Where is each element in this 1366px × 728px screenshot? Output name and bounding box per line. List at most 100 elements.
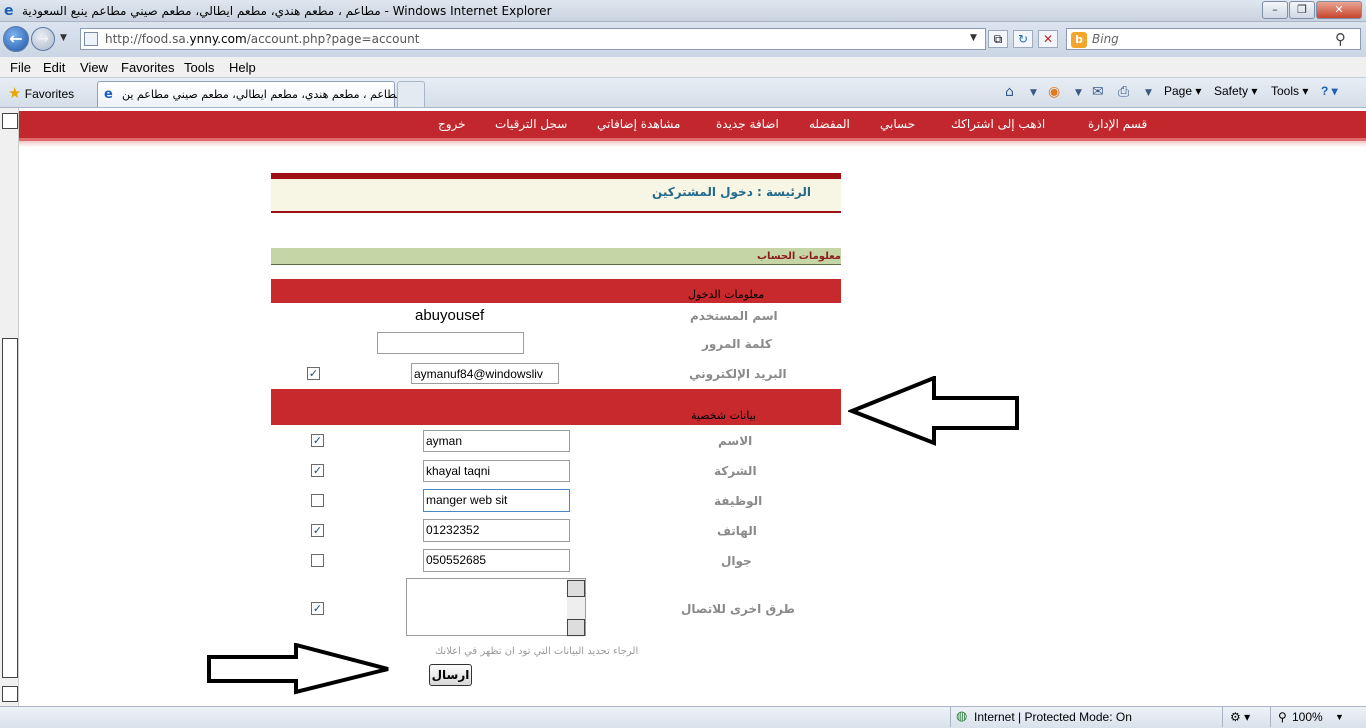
mobile-visible-checkbox[interactable] bbox=[311, 554, 324, 567]
scroll-up-button[interactable] bbox=[2, 113, 18, 129]
other-contact-textarea[interactable] bbox=[406, 578, 586, 637]
address-url: http://food.sa.ynny.com/account.php?page… bbox=[105, 32, 420, 46]
safety-menu[interactable]: Safety ▾ bbox=[1214, 84, 1257, 98]
mobile-field[interactable]: 050552685 bbox=[423, 549, 570, 572]
company-field[interactable]: khayal taqni bbox=[423, 460, 570, 482]
security-zone[interactable]: Internet | Protected Mode: On bbox=[974, 710, 1132, 724]
close-window-button[interactable]: ✕ bbox=[1316, 1, 1362, 19]
restore-button[interactable]: ❐ bbox=[1289, 1, 1315, 19]
window-title-bar: e مطاعم ، مطعم هندي، مطعم ايطالي، مطعم ص… bbox=[0, 0, 1366, 22]
protected-mode-icon[interactable]: ⚙ ▾ bbox=[1230, 710, 1250, 724]
textarea-scroll-up[interactable] bbox=[567, 580, 585, 597]
zoom-icon: ⚲ bbox=[1278, 710, 1287, 724]
page-icon bbox=[84, 32, 98, 46]
personal-section-title: بيانات شخصية bbox=[691, 409, 757, 422]
status-separator-2 bbox=[1222, 707, 1223, 727]
name-label: الاسم bbox=[718, 434, 753, 448]
phone-field[interactable]: 01232352 bbox=[423, 519, 570, 542]
breadcrumb-area: الرئيسة : دخول المشتركين bbox=[271, 173, 841, 213]
status-separator-3 bbox=[1270, 707, 1271, 727]
home-dropdown-icon[interactable]: ▼ bbox=[1030, 88, 1037, 98]
nav-add-new[interactable]: اضافة جديدة bbox=[716, 117, 779, 131]
mail-icon[interactable]: ✉ bbox=[1092, 84, 1104, 100]
stop-icon[interactable]: ✕ bbox=[1038, 30, 1058, 48]
scrollbar[interactable] bbox=[0, 108, 19, 706]
help-menu[interactable]: ? ▾ bbox=[1321, 84, 1338, 98]
site-nav-bar bbox=[19, 111, 1366, 141]
scroll-thumb[interactable] bbox=[2, 338, 18, 678]
bing-icon: b bbox=[1071, 32, 1087, 48]
home-icon[interactable]: ⌂ bbox=[1005, 84, 1014, 100]
mobile-label: جوال bbox=[721, 554, 752, 568]
company-visible-checkbox[interactable]: ✓ bbox=[311, 464, 324, 477]
textarea-scroll-down[interactable] bbox=[567, 619, 585, 636]
page-menu[interactable]: Page ▾ bbox=[1164, 84, 1201, 98]
annotation-arrow-left-icon bbox=[848, 376, 1019, 446]
menu-edit[interactable]: Edit bbox=[43, 60, 65, 75]
feeds-dropdown-icon[interactable]: ▼ bbox=[1075, 88, 1082, 98]
menu-tools[interactable]: Tools bbox=[184, 60, 214, 75]
nav-my-additions[interactable]: مشاهدة إضافاتي bbox=[597, 117, 680, 131]
job-field[interactable]: manger web sit bbox=[423, 489, 570, 512]
nav-shadow bbox=[19, 141, 1366, 147]
menu-file[interactable]: File bbox=[10, 60, 31, 75]
back-button[interactable]: ← bbox=[3, 26, 29, 52]
phone-label: الهاتف bbox=[717, 524, 757, 538]
forward-button[interactable]: → bbox=[31, 27, 55, 51]
recent-pages-dropdown-icon[interactable]: ▼ bbox=[60, 33, 67, 43]
minimize-button[interactable]: – bbox=[1262, 1, 1288, 19]
menu-view[interactable]: View bbox=[80, 60, 108, 75]
account-info-header: معلومات الحساب bbox=[271, 248, 841, 265]
zoom-level[interactable]: 100% bbox=[1292, 710, 1323, 724]
favorites-label: Favorites bbox=[24, 87, 75, 101]
search-icon[interactable]: ⚲ bbox=[1335, 30, 1346, 48]
tab-label: مطاعم ، مطعم هندي، مطعم ايطالي، مطعم صين… bbox=[122, 88, 413, 101]
nav-my-account[interactable]: حسابي bbox=[880, 117, 915, 131]
job-label: الوظيفة bbox=[714, 494, 763, 508]
address-dropdown-icon[interactable]: ▼ bbox=[970, 33, 977, 43]
personal-section-header: بيانات شخصية bbox=[271, 389, 841, 425]
favorites-button[interactable]: ★ Favorites bbox=[8, 84, 74, 102]
email-label: البريد الإلكتروني bbox=[689, 367, 787, 381]
company-label: الشركة bbox=[714, 464, 757, 478]
name-field[interactable]: ayman bbox=[423, 430, 570, 452]
nav-upgrades-log[interactable]: سجل الترقيات bbox=[495, 117, 567, 131]
password-field[interactable] bbox=[377, 332, 524, 354]
zoom-dropdown-icon[interactable]: ▼ bbox=[1335, 712, 1344, 722]
menu-favorites[interactable]: Favorites bbox=[121, 60, 174, 75]
browser-tab[interactable]: e مطاعم ، مطعم هندي، مطعم ايطالي، مطعم ص… bbox=[97, 81, 413, 107]
print-icon[interactable]: ⎙ bbox=[1118, 84, 1129, 100]
search-box[interactable]: b Bing ⚲ bbox=[1066, 28, 1361, 50]
nav-admin[interactable]: قسم الإدارة bbox=[1088, 117, 1147, 131]
new-tab-button[interactable] bbox=[397, 81, 425, 107]
status-separator bbox=[950, 707, 951, 727]
search-placeholder: Bing bbox=[1092, 32, 1119, 46]
address-bar[interactable]: http://food.sa.ynny.com/account.php?page… bbox=[80, 28, 986, 50]
other-contact-label: طرق اخرى للاتصال bbox=[681, 602, 795, 616]
other-visible-checkbox[interactable]: ✓ bbox=[311, 602, 324, 615]
feeds-icon[interactable]: ◉ bbox=[1048, 84, 1060, 100]
nav-subscription[interactable]: اذهب إلى اشتراكك bbox=[951, 117, 1045, 131]
menu-help[interactable]: Help bbox=[229, 60, 256, 75]
email-visible-checkbox[interactable]: ✓ bbox=[307, 367, 320, 380]
job-visible-checkbox[interactable] bbox=[311, 494, 324, 507]
scroll-down-button[interactable] bbox=[2, 686, 18, 702]
menu-bar: File Edit View Favorites Tools Help bbox=[0, 57, 1366, 78]
phone-visible-checkbox[interactable]: ✓ bbox=[311, 524, 324, 537]
ie-tab-icon: e bbox=[104, 87, 113, 102]
password-label: كلمة المرور bbox=[702, 337, 772, 351]
window-title: مطاعم ، مطعم هندي، مطعم ايطالي، مطعم صين… bbox=[22, 4, 552, 18]
nav-favorites[interactable]: المفضله bbox=[809, 117, 850, 131]
submit-button[interactable]: ارسال bbox=[429, 664, 472, 686]
visibility-hint: الرجاء تحديد البيانات التي تود ان تظهر ف… bbox=[435, 646, 639, 657]
breadcrumb[interactable]: الرئيسة : دخول المشتركين bbox=[652, 185, 811, 199]
refresh-icon[interactable]: ↻ bbox=[1013, 30, 1033, 48]
annotation-arrow-right-icon bbox=[207, 643, 389, 695]
email-field[interactable]: aymanuf84@windowsliv bbox=[411, 363, 559, 384]
name-visible-checkbox[interactable]: ✓ bbox=[311, 434, 324, 447]
compatibility-view-icon[interactable]: ⧉ bbox=[988, 30, 1008, 48]
print-dropdown-icon[interactable]: ▼ bbox=[1145, 88, 1152, 98]
nav-logout[interactable]: خروج bbox=[438, 117, 466, 131]
tools-menu[interactable]: Tools ▾ bbox=[1271, 84, 1308, 98]
globe-icon: ◍ bbox=[956, 708, 968, 723]
